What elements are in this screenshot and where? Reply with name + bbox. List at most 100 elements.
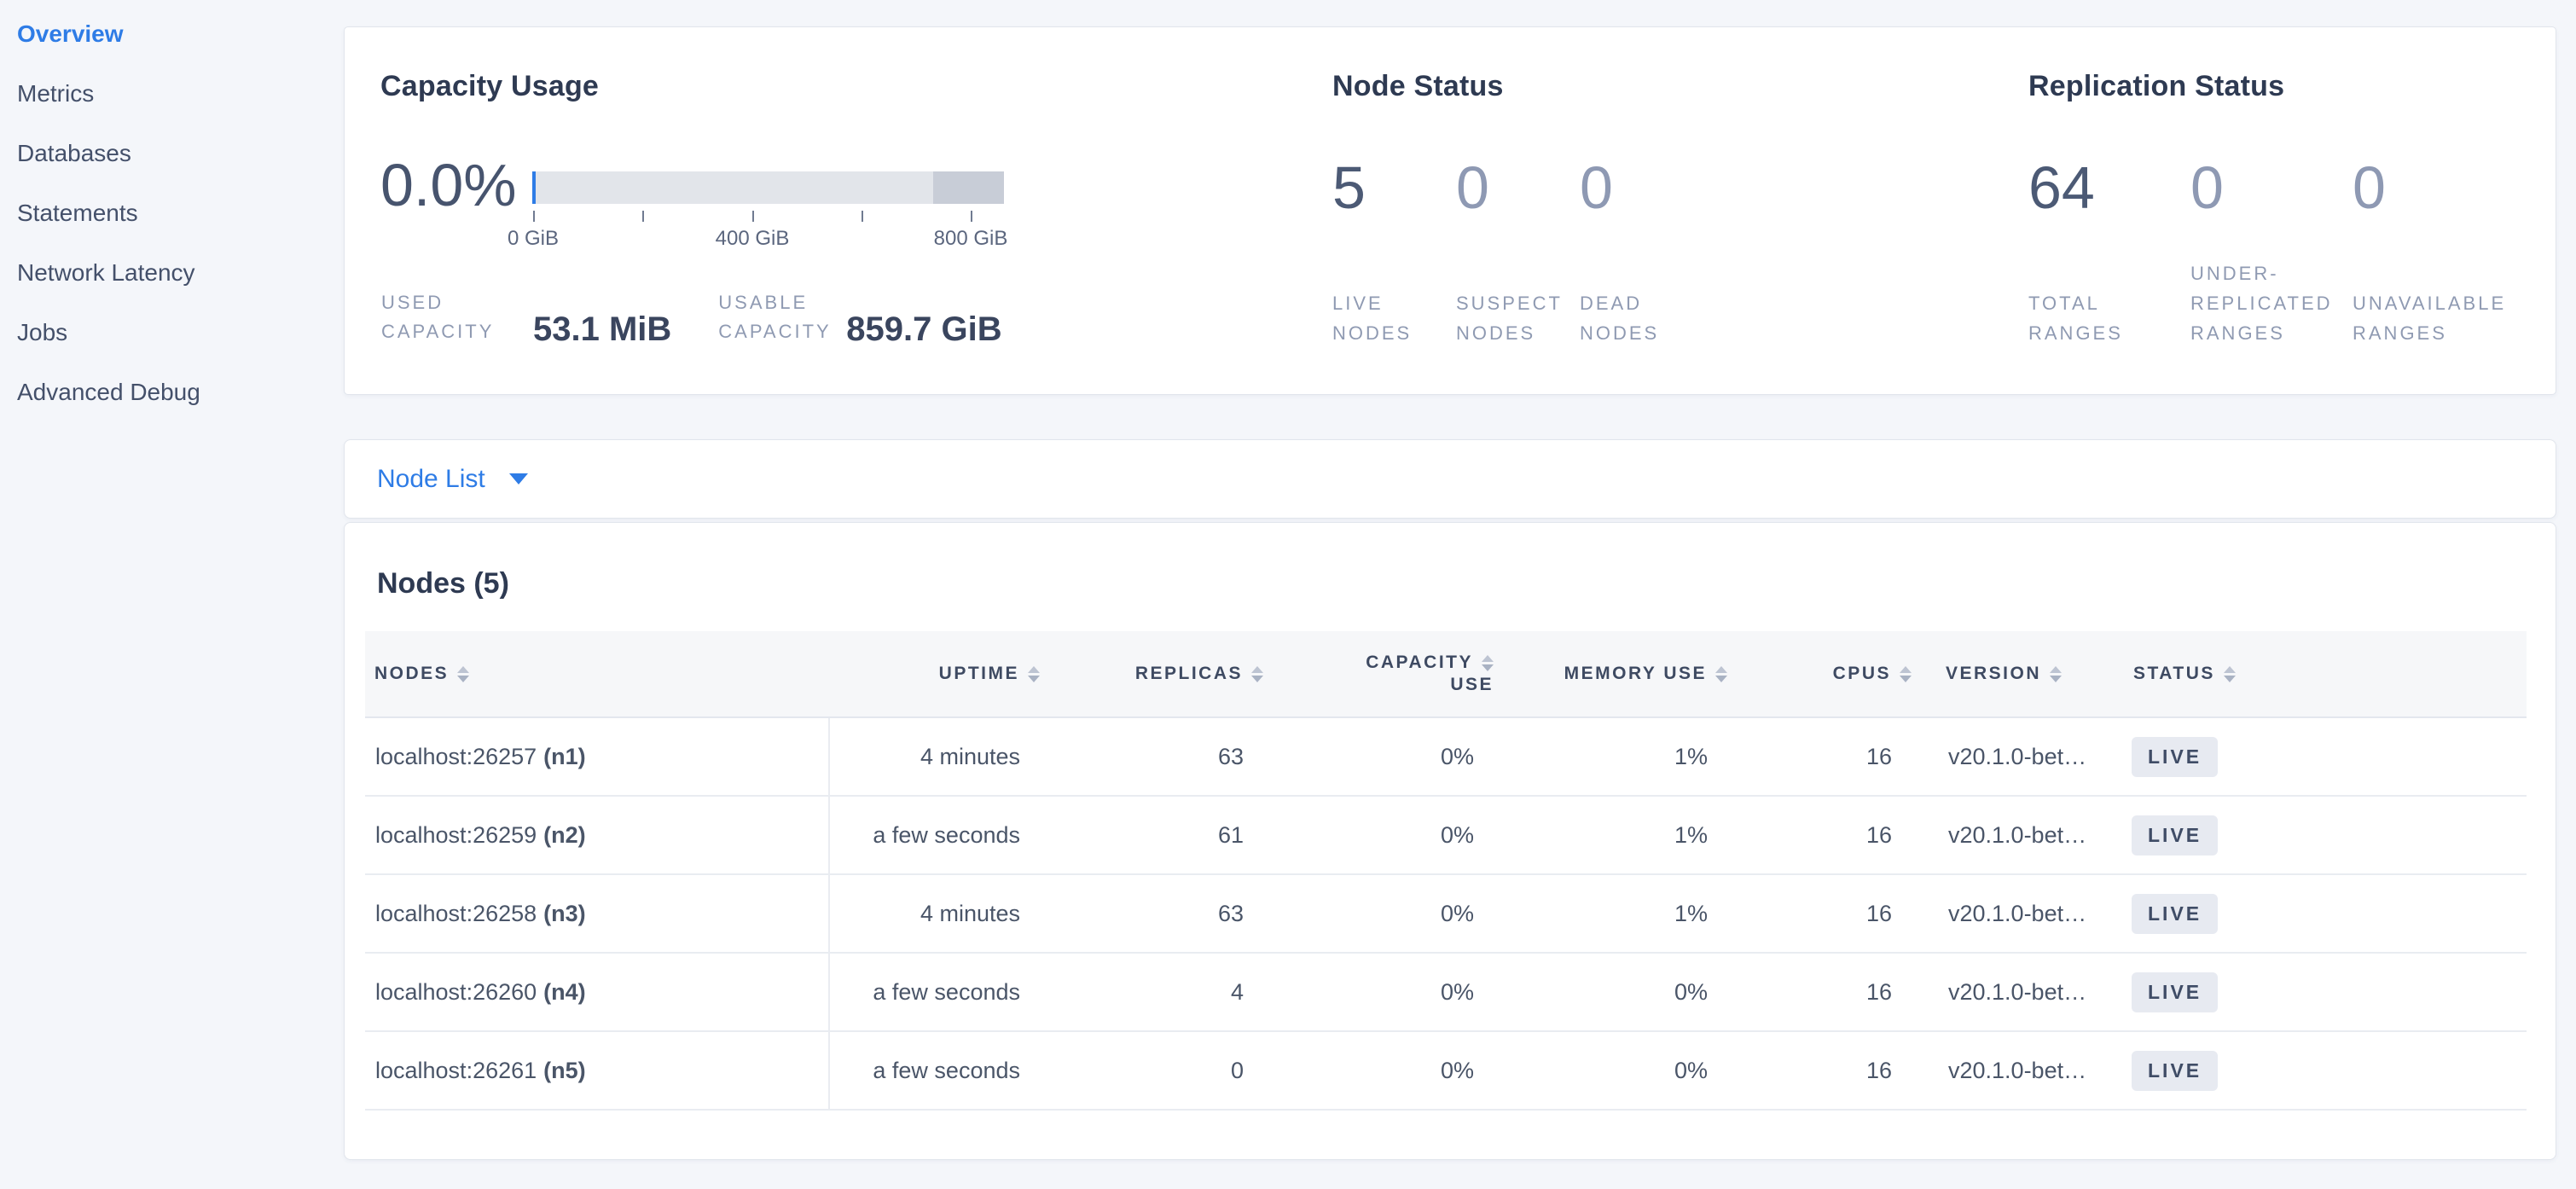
column-header-uptime[interactable]: UPTIME bbox=[830, 664, 1040, 684]
table-row-node-n1[interactable]: localhost:26257(n1)4 minutes630%1%16v20.… bbox=[365, 718, 2527, 797]
status-cell: LIVE bbox=[2099, 1051, 2527, 1091]
sidebar-item-metrics[interactable]: Metrics bbox=[0, 64, 341, 124]
replication-status-metrics: 64TOTAL RANGES0UNDER-REPLICATED RANGES0U… bbox=[2028, 163, 2515, 348]
status-cell: LIVE bbox=[2099, 894, 2527, 934]
node-status-title: Node Status bbox=[1332, 70, 1504, 102]
axis-tick-label: 800 GiB bbox=[934, 227, 1008, 251]
column-header-replicas[interactable]: REPLICAS bbox=[1040, 664, 1263, 684]
memory-use-cell: 1% bbox=[1494, 901, 1727, 927]
axis-tick-label: 0 GiB bbox=[508, 227, 559, 251]
uptime-cell: a few seconds bbox=[830, 822, 1040, 849]
node-address: localhost:26258 bbox=[375, 901, 537, 927]
node-list-dropdown-label: Node List bbox=[377, 465, 485, 494]
sidebar-item-advanced-debug[interactable]: Advanced Debug bbox=[0, 362, 341, 422]
summary-metric-value: 0 bbox=[2353, 158, 2515, 218]
axis-tick bbox=[642, 211, 644, 222]
sidebar-item-databases[interactable]: Databases bbox=[0, 124, 341, 183]
status-cell: LIVE bbox=[2099, 737, 2527, 777]
node-address-cell: localhost:26261(n5) bbox=[365, 1032, 830, 1109]
table-row-node-n4[interactable]: localhost:26260(n4)a few seconds40%0%16v… bbox=[365, 954, 2527, 1032]
column-header-status[interactable]: STATUS bbox=[2099, 664, 2527, 684]
sort-up-arrow-icon bbox=[1028, 666, 1040, 673]
node-list-dropdown[interactable]: Node List bbox=[344, 439, 2556, 519]
capacity-stat-label: USABLE CAPACITY bbox=[718, 288, 831, 346]
summary-metric-value: 0 bbox=[2190, 158, 2353, 218]
capacity-stat-value: 53.1 MiB bbox=[533, 312, 671, 346]
nodes-table-card: Nodes (5) NODESUPTIMEREPLICASCAPACITYUSE… bbox=[344, 522, 2556, 1160]
sidebar-item-overview[interactable]: Overview bbox=[0, 4, 341, 64]
column-header-nodes[interactable]: NODES bbox=[365, 664, 830, 684]
sort-up-arrow-icon bbox=[1900, 666, 1912, 673]
capacity-use-cell: 0% bbox=[1263, 744, 1494, 770]
nodes-table: NODES UPTIME REPLICASCAPACITYUSE MEMORY USE… bbox=[365, 631, 2527, 1111]
column-header-version[interactable]: VERSION bbox=[1912, 664, 2099, 684]
summary-metric-label: UNDER-REPLICATED RANGES bbox=[2190, 258, 2346, 348]
nodes-table-body: localhost:26257(n1)4 minutes630%1%16v20.… bbox=[365, 718, 2527, 1111]
sort-up-arrow-icon bbox=[1251, 666, 1263, 673]
sidebar-item-network-latency[interactable]: Network Latency bbox=[0, 243, 341, 303]
node-address: localhost:26260 bbox=[375, 979, 537, 1006]
sort-down-arrow-icon bbox=[1251, 676, 1263, 682]
version-cell: v20.1.0-bet… bbox=[1912, 1058, 2099, 1084]
chevron-down-icon bbox=[509, 473, 528, 484]
replication-status-title: Replication Status bbox=[2028, 70, 2284, 102]
node-id: (n2) bbox=[543, 822, 586, 849]
column-header-cpus[interactable]: CPUS bbox=[1727, 664, 1912, 684]
summary-metric: 0SUSPECT NODES bbox=[1456, 163, 1580, 348]
uptime-cell: a few seconds bbox=[830, 979, 1040, 1006]
memory-use-cell: 1% bbox=[1494, 822, 1727, 849]
cpus-cell: 16 bbox=[1727, 744, 1912, 770]
capacity-use-cell: 0% bbox=[1263, 901, 1494, 927]
axis-tick bbox=[971, 211, 972, 222]
capacity-usage-section: Capacity Usage 0.0% 0 GiB400 GiB800 GiB … bbox=[380, 27, 1332, 394]
sidebar-nav: OverviewMetricsDatabasesStatementsNetwor… bbox=[0, 0, 341, 422]
capacity-stat: USABLE CAPACITY859.7 GiB bbox=[718, 288, 1001, 346]
sidebar-item-jobs[interactable]: Jobs bbox=[0, 303, 341, 362]
live-status-badge: LIVE bbox=[2132, 815, 2218, 856]
summary-metric: 5LIVE NODES bbox=[1332, 163, 1456, 348]
sort-icon bbox=[2224, 666, 2236, 682]
capacity-bar-dark-segment bbox=[933, 171, 1004, 204]
capacity-stats: USED CAPACITY53.1 MiBUSABLE CAPACITY859.… bbox=[381, 288, 1002, 346]
table-row-node-n3[interactable]: localhost:26258(n3)4 minutes630%1%16v20.… bbox=[365, 875, 2527, 954]
column-header-memory_use[interactable]: MEMORY USE bbox=[1494, 664, 1727, 684]
table-row-node-n5[interactable]: localhost:26261(n5)a few seconds00%0%16v… bbox=[365, 1032, 2527, 1111]
replicas-cell: 0 bbox=[1040, 1058, 1263, 1084]
sort-icon bbox=[1251, 666, 1263, 682]
sort-up-arrow-icon bbox=[1482, 655, 1494, 662]
node-status-section: Node Status 5LIVE NODES0SUSPECT NODES0DE… bbox=[1332, 27, 2028, 394]
column-header-label: NODES bbox=[374, 664, 449, 684]
column-header-capacity_use[interactable]: CAPACITYUSE bbox=[1263, 652, 1494, 696]
uptime-cell: a few seconds bbox=[830, 1058, 1040, 1084]
sort-up-arrow-icon bbox=[2224, 666, 2236, 673]
summary-metric-label: UNAVAILABLE RANGES bbox=[2353, 288, 2530, 348]
node-id: (n1) bbox=[543, 744, 586, 770]
cpus-cell: 16 bbox=[1727, 822, 1912, 849]
sort-up-arrow-icon bbox=[2050, 666, 2062, 673]
summary-metric: 0UNAVAILABLE RANGES bbox=[2353, 163, 2515, 348]
summary-metric-value: 64 bbox=[2028, 158, 2190, 218]
column-header-label: VERSION bbox=[1946, 664, 2041, 684]
summary-metric-value: 0 bbox=[1456, 158, 1580, 218]
summary-metric-label: SUSPECT NODES bbox=[1456, 288, 1552, 348]
capacity-used-marker bbox=[532, 171, 536, 204]
replicas-cell: 4 bbox=[1040, 979, 1263, 1006]
sidebar-item-statements[interactable]: Statements bbox=[0, 183, 341, 243]
node-address-cell: localhost:26260(n4) bbox=[365, 954, 830, 1030]
node-id: (n3) bbox=[543, 901, 586, 927]
capacity-use-cell: 0% bbox=[1263, 979, 1494, 1006]
sort-down-arrow-icon bbox=[2050, 676, 2062, 682]
capacity-axis-ticks bbox=[532, 211, 1004, 222]
node-address-cell: localhost:26257(n1) bbox=[365, 718, 830, 795]
column-header-label: MEMORY USE bbox=[1564, 664, 1707, 684]
sort-down-arrow-icon bbox=[2224, 676, 2236, 682]
uptime-cell: 4 minutes bbox=[830, 901, 1040, 927]
replication-status-section: Replication Status 64TOTAL RANGES0UNDER-… bbox=[2028, 27, 2540, 394]
table-row-node-n2[interactable]: localhost:26259(n2)a few seconds610%1%16… bbox=[365, 797, 2527, 875]
column-header-label: UPTIME bbox=[939, 664, 1019, 684]
summary-metric: 0UNDER-REPLICATED RANGES bbox=[2190, 163, 2353, 348]
replicas-cell: 61 bbox=[1040, 822, 1263, 849]
version-cell: v20.1.0-bet… bbox=[1912, 822, 2099, 849]
capacity-bar-chart: 0 GiB400 GiB800 GiB bbox=[532, 171, 1004, 252]
sort-icon bbox=[457, 666, 469, 682]
